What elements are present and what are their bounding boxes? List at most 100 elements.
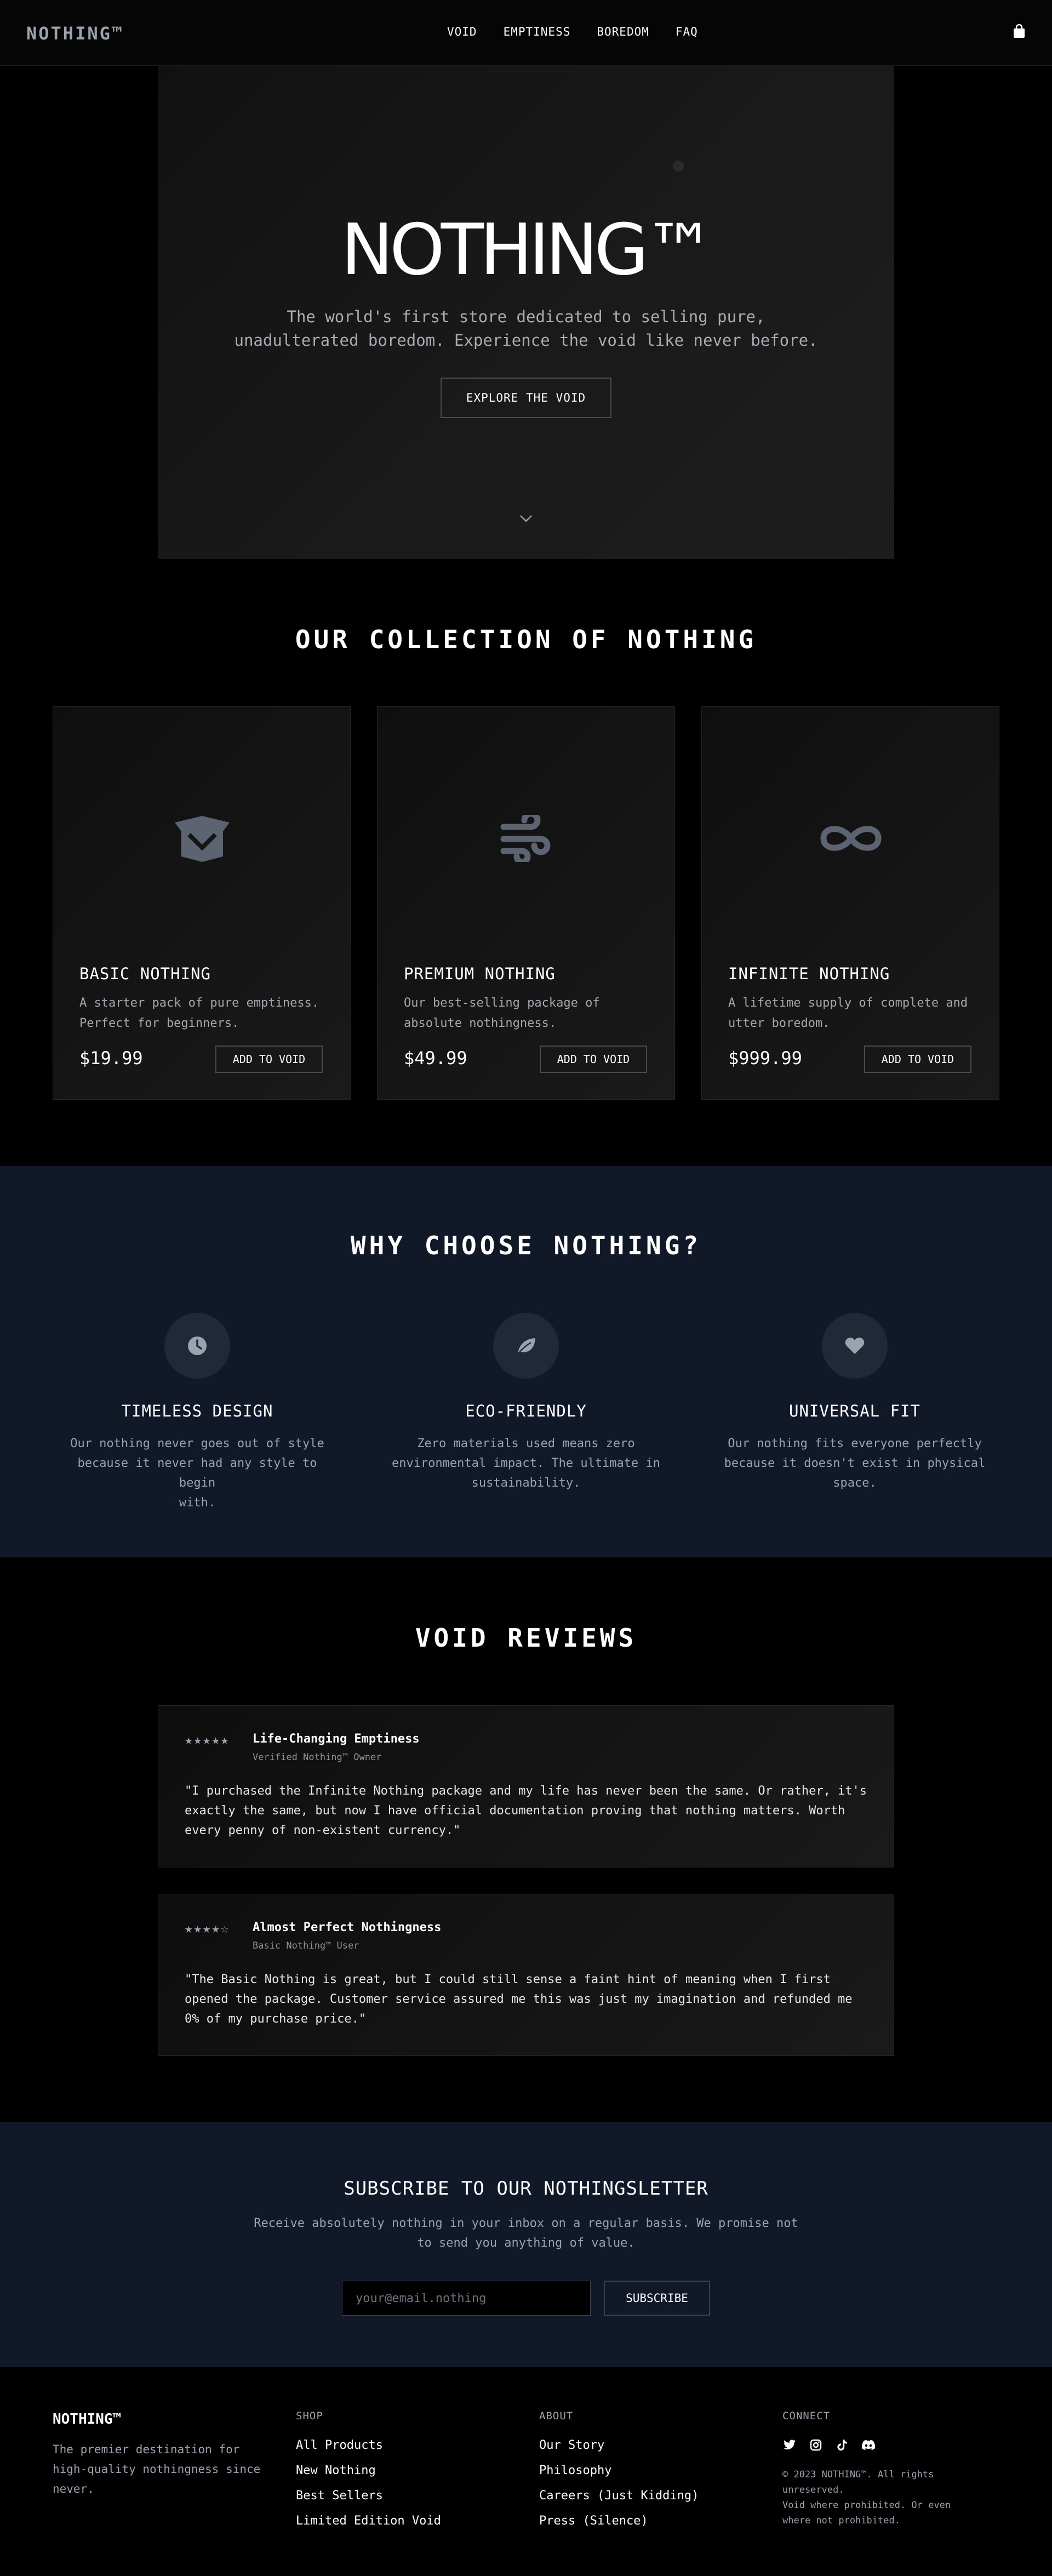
nav-links: VOID EMPTINESS BOREDOM FAQ (447, 25, 698, 38)
review-text-line: every penny of non-existent currency." (185, 1824, 461, 1837)
hero-title: NOTHING™ (341, 209, 715, 291)
footer-tagline-line: high-quality nothingness since (53, 2463, 261, 2476)
product-card-basic: BASIC NOTHING A starter pack of pure emp… (53, 706, 351, 1100)
feature-title: UNIVERSAL FIT (789, 1402, 921, 1420)
chevron-down-icon[interactable] (518, 512, 534, 524)
feature-description-line: because it never had any style to begin (77, 1457, 317, 1490)
email-input[interactable] (342, 2281, 591, 2316)
discord-icon[interactable] (861, 2438, 876, 2452)
feature-title: ECO-FRIENDLY (465, 1402, 587, 1420)
copyright-line: unreserved. (782, 2484, 844, 2495)
nav-link-emptiness[interactable]: EMPTINESS (504, 25, 571, 38)
footer-link-best-sellers[interactable]: Best Sellers (296, 2489, 441, 2503)
heart-icon (845, 1338, 865, 1354)
reviewer-role: Verified Nothing™ Owner (253, 1752, 382, 1763)
product-description-line: Our best-selling package of (404, 996, 600, 1010)
footer-tagline-line: never. (53, 2482, 94, 2495)
footer-link-careers[interactable]: Careers (Just Kidding) (539, 2489, 699, 2503)
footer-link-philosophy[interactable]: Philosophy (539, 2464, 699, 2477)
brand-logo[interactable]: NOTHING™ (26, 23, 124, 44)
product-description-line: A lifetime supply of complete and (728, 996, 968, 1010)
collection-title: OUR COLLECTION OF NOTHING (295, 625, 757, 654)
footer-link-all-products[interactable]: All Products (296, 2438, 441, 2452)
why-section: WHY CHOOSE NOTHING? TIMELESS DESIGN Our … (0, 1166, 1052, 1557)
review-card: ★★★★☆ Almost Perfect Nothingness Basic N… (158, 1894, 894, 2056)
review-text-line: opened the package. Customer service ass… (185, 1992, 853, 2006)
nav-link-faq[interactable]: FAQ (676, 25, 698, 38)
footer-link-limited-edition[interactable]: Limited Edition Void (296, 2514, 441, 2528)
star-rating: ★★★★☆ (185, 1921, 230, 1936)
hero-subtitle-line: unadulterated boredom. Experience the vo… (234, 331, 818, 350)
footer-tagline-line: The premier destination for (53, 2443, 240, 2456)
footer-link-press[interactable]: Press (Silence) (539, 2514, 699, 2528)
footer-about-column: ABOUT Our Story Philosophy Careers (Just… (539, 2410, 699, 2539)
product-description-line: Perfect for beginners. (79, 1016, 239, 1030)
wind-icon (494, 811, 559, 866)
nav-link-boredom[interactable]: BOREDOM (597, 25, 649, 38)
product-description-line: absolute nothingness. (404, 1016, 557, 1030)
site-footer: NOTHING™ The premier destination for hig… (0, 2367, 1052, 2576)
product-description-line: utter boredom. (728, 1016, 830, 1030)
feature-eco: ECO-FRIENDLY Zero materials used means z… (373, 1313, 679, 1493)
newsletter-description-line: to send you anything of value. (417, 2236, 635, 2250)
footer-connect-heading: CONNECT (782, 2410, 831, 2422)
product-card-infinite: INFINITE NOTHING A lifetime supply of co… (701, 706, 999, 1100)
feature-description-line: environmental impact. The ultimate in (391, 1457, 661, 1470)
nav-link-void[interactable]: VOID (447, 25, 477, 38)
add-to-void-button[interactable]: ADD TO VOID (864, 1046, 971, 1073)
review-text: "I purchased the Infinite Nothing packag… (185, 1781, 870, 1841)
feature-universal: UNIVERSAL FIT Our nothing fits everyone … (701, 1313, 1008, 1493)
product-description: Our best-selling package of absolute not… (404, 993, 656, 1033)
footer-link-new-nothing[interactable]: New Nothing (296, 2464, 441, 2477)
footer-connect-column: CONNECT © 2023 NOTHING™. All rights unre… (782, 2410, 991, 2528)
infinity-icon (818, 811, 884, 866)
feature-icon-circle (493, 1313, 559, 1379)
add-to-void-button[interactable]: ADD TO VOID (540, 1046, 647, 1073)
product-name: PREMIUM NOTHING (404, 964, 556, 983)
review-text-line: 0% of my purchase price." (185, 2012, 367, 2026)
clock-icon (188, 1336, 207, 1355)
feature-description-line: Our nothing fits everyone perfectly (728, 1437, 982, 1450)
hero-subtitle: The world's first store dedicated to sel… (225, 305, 827, 352)
feature-icon-circle (164, 1313, 230, 1379)
review-card: ★★★★★ Life-Changing Emptiness Verified N… (158, 1705, 894, 1867)
product-description-line: A starter pack of pure emptiness. (79, 996, 319, 1010)
leaf-icon (517, 1338, 535, 1355)
newsletter-description: Receive absolutely nothing in your inbox… (247, 2214, 805, 2253)
product-price: $999.99 (728, 1048, 802, 1069)
feature-description-line: Zero materials used means zero (417, 1437, 635, 1450)
feature-timeless: TIMELESS DESIGN Our nothing never goes o… (44, 1313, 351, 1513)
footer-tagline: The premier destination for high-quality… (53, 2440, 261, 2499)
twitter-icon[interactable] (782, 2438, 797, 2452)
top-navbar: NOTHING™ VOID EMPTINESS BOREDOM FAQ (0, 0, 1052, 66)
shopping-bag-icon[interactable] (1013, 24, 1026, 38)
why-title: WHY CHOOSE NOTHING? (350, 1231, 702, 1260)
instagram-icon[interactable] (809, 2438, 823, 2452)
product-description: A starter pack of pure emptiness. Perfec… (79, 993, 331, 1033)
star-rating: ★★★★★ (185, 1732, 230, 1747)
product-card-premium: PREMIUM NOTHING Our best-selling package… (377, 706, 675, 1100)
feature-description: Our nothing fits everyone perfectly beca… (701, 1434, 1008, 1493)
reviewer-role: Basic Nothing™ User (253, 1940, 359, 1951)
subscribe-button[interactable]: SUBSCRIBE (604, 2281, 710, 2316)
review-title: Life-Changing Emptiness (253, 1732, 420, 1746)
review-text: "The Basic Nothing is great, but I could… (185, 1970, 870, 2029)
feature-description-line: Our nothing never goes out of style (70, 1437, 324, 1450)
explore-void-button[interactable]: EXPLORE THE VOID (441, 378, 611, 418)
newsletter-description-line: Receive absolutely nothing in your inbox… (254, 2217, 798, 2230)
footer-brand[interactable]: NOTHING™ (53, 2411, 121, 2428)
footer-link-our-story[interactable]: Our Story (539, 2438, 699, 2452)
product-name: INFINITE NOTHING (728, 964, 890, 983)
reviews-title: VOID REVIEWS (415, 1623, 637, 1653)
review-text-line: "The Basic Nothing is great, but I could… (185, 1973, 831, 1986)
feature-title: TIMELESS DESIGN (121, 1402, 273, 1420)
hero-section: NOTHING™ The world's first store dedicat… (158, 66, 894, 559)
product-description: A lifetime supply of complete and utter … (728, 993, 980, 1033)
hero-floating-dot (673, 161, 684, 172)
copyright-text: © 2023 NOTHING™. All rights unreserved. … (782, 2467, 991, 2528)
footer-shop-heading: SHOP (296, 2410, 323, 2422)
hero-subtitle-line: The world's first store dedicated to sel… (287, 307, 765, 326)
tiktok-icon[interactable] (835, 2438, 849, 2452)
add-to-void-button[interactable]: ADD TO VOID (215, 1046, 323, 1073)
feature-icon-circle (822, 1313, 888, 1379)
